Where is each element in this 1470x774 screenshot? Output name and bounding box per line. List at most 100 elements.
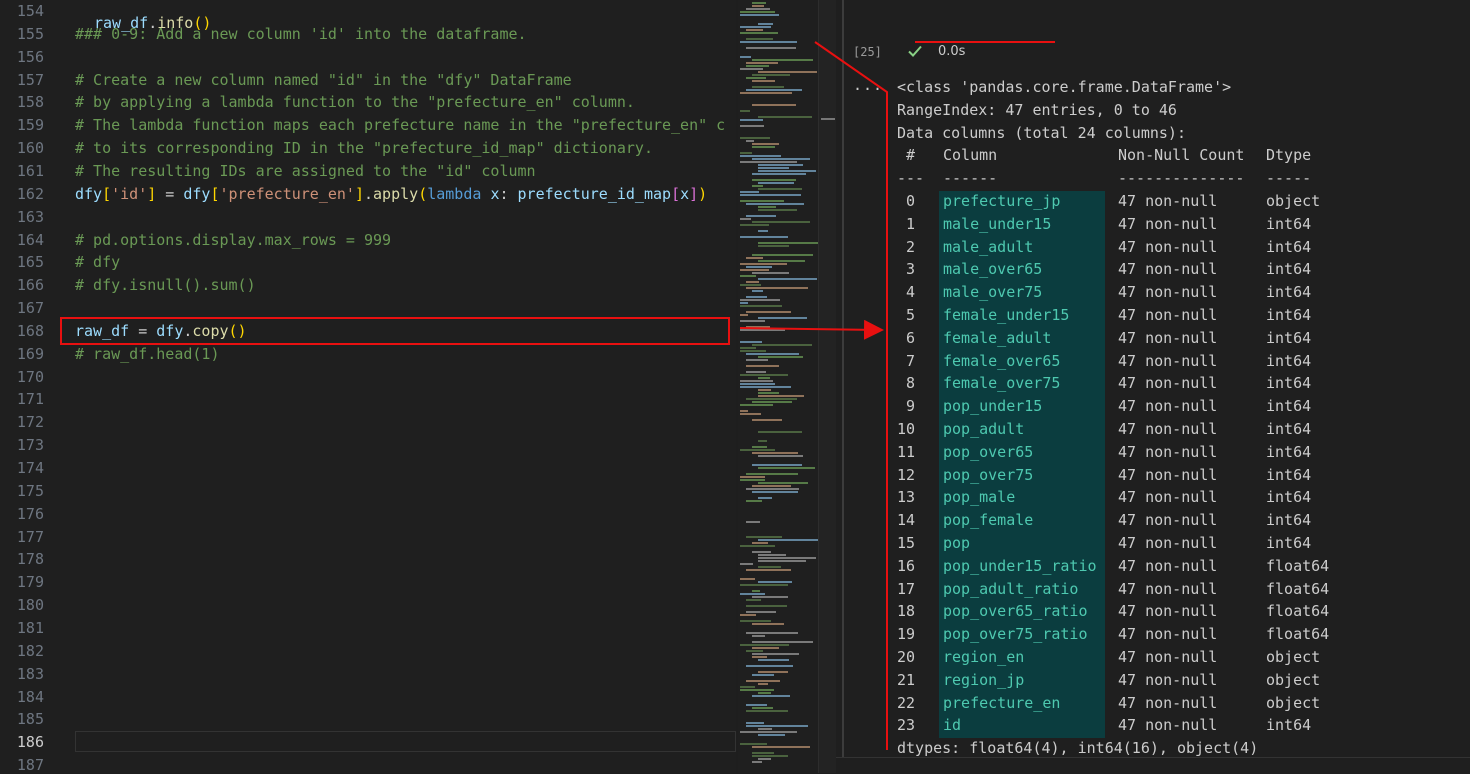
minimap-line <box>740 689 774 691</box>
table-row-dtype: int64 <box>1266 534 1312 552</box>
line-number: 169 <box>16 344 44 363</box>
minimap-line <box>752 755 789 757</box>
minimap-line <box>740 236 789 238</box>
editor-scrollbar[interactable] <box>818 0 837 773</box>
table-row-dtype: int64 <box>1266 488 1312 507</box>
code-line[interactable]: 183 <box>0 663 736 686</box>
code-line[interactable]: 162 dfy['id'] = dfy['prefecture_en'].appl… <box>0 183 736 206</box>
code-line[interactable]: 176 <box>0 503 736 526</box>
minimap-line <box>752 290 763 292</box>
code-line[interactable]: 157 # Create a new column named "id" in t… <box>0 69 736 92</box>
code-line[interactable]: 173 <box>0 434 736 457</box>
minimap-line <box>740 14 779 16</box>
minimap-line <box>758 671 789 673</box>
minimap-line <box>752 635 766 637</box>
scrollbar-thumb[interactable] <box>821 118 835 120</box>
code-line[interactable]: 175 <box>0 480 736 503</box>
minimap-line <box>746 536 783 538</box>
table-row-index: 8 <box>906 374 916 393</box>
code-text[interactable]: # raw_df.head(1) <box>75 343 220 366</box>
code-line[interactable]: 164 # pd.options.display.max_rows = 999 <box>0 229 736 252</box>
table-row-nonnull: 47 non-null <box>1118 192 1218 210</box>
table-row-column: region_jp <box>943 670 1025 689</box>
minimap-line <box>740 578 755 580</box>
cell-border <box>842 0 844 773</box>
code-line[interactable]: 156 <box>0 46 736 69</box>
code-line[interactable]: 165 # dfy <box>0 251 736 274</box>
more-icon[interactable]: ··· <box>853 80 883 98</box>
code-line[interactable]: 180 <box>0 594 736 617</box>
line-number: 177 <box>16 527 44 546</box>
code-line[interactable]: 174 <box>0 457 736 480</box>
minimap-line <box>752 761 762 763</box>
code-line[interactable]: 169 # raw_df.head(1) <box>0 343 736 366</box>
code-text[interactable]: # by applying a lambda function to the "… <box>75 91 635 114</box>
code-text[interactable]: # pd.options.display.max_rows = 999 <box>75 229 391 252</box>
code-line[interactable]: 172 <box>0 411 736 434</box>
code-line[interactable]: 185 <box>0 708 736 731</box>
minimap-line <box>752 80 775 82</box>
minimap-line <box>746 203 804 205</box>
code-line[interactable]: 170 <box>0 366 736 389</box>
current-line-highlight <box>75 731 736 752</box>
code-line[interactable]: 179 <box>0 571 736 594</box>
minimap-line <box>746 722 764 724</box>
table-row-nonnull: 47 non-null <box>1118 670 1218 689</box>
minimap-line <box>752 254 814 256</box>
code-text[interactable]: # The lambda function maps each prefectu… <box>75 114 725 137</box>
code-line[interactable]: 182 <box>0 640 736 663</box>
code-line[interactable]: 158 # by applying a lambda function to th… <box>0 91 736 114</box>
table-row-column: region_en <box>943 648 1025 666</box>
minimap-line <box>746 65 769 67</box>
code-line[interactable]: 177 <box>0 526 736 549</box>
line-number: 182 <box>16 641 44 660</box>
minimap-line <box>752 272 789 274</box>
table-header-index: # <box>897 146 916 165</box>
horizontal-scrollbar[interactable] <box>836 757 1470 774</box>
code-line[interactable]: 181 <box>0 617 736 640</box>
line-number: 171 <box>16 390 44 409</box>
code-line[interactable]: 184 <box>0 686 736 709</box>
minimap-line <box>746 281 759 283</box>
code-text[interactable]: # Create a new column named "id" in the … <box>75 69 572 92</box>
code-line[interactable]: 187 <box>0 754 736 773</box>
code-line[interactable]: 166 # dfy.isnull().sum() <box>0 274 736 297</box>
notebook-cell-code[interactable]: raw_df.info() <box>94 12 211 35</box>
table-row-column: pop_over75_ratio <box>943 625 1088 644</box>
execution-time: 0.0s <box>938 44 966 59</box>
code-line[interactable]: 161 # The resulting IDs are assigned to t… <box>0 160 736 183</box>
table-row-nonnull: 47 non-null <box>1118 237 1218 256</box>
code-editor[interactable]: 154 155 ### 0-9: Add a new column 'id' int… <box>0 0 736 773</box>
table-row-column: female_over65 <box>943 351 1061 370</box>
minimap-line <box>746 77 766 79</box>
code-line[interactable]: 160 # to its corresponding ID in the "pre… <box>0 137 736 160</box>
code-text[interactable]: dfy['id'] = dfy['prefecture_en'].apply(l… <box>75 183 707 206</box>
minimap-line <box>746 632 799 634</box>
minimap-line <box>758 497 773 499</box>
minimap-line <box>752 401 793 403</box>
minimap-line <box>746 266 773 268</box>
table-row-dtype: float64 <box>1266 602 1330 621</box>
line-number: 180 <box>16 596 44 615</box>
minimap-line <box>746 359 768 361</box>
code-text[interactable]: # dfy <box>75 251 120 274</box>
table-row-dtype: float64 <box>1266 579 1330 598</box>
table-row-nonnull: 47 non-null <box>1118 511 1218 530</box>
code-text[interactable]: # The resulting IDs are assigned to the … <box>75 160 536 183</box>
code-text[interactable]: # to its corresponding ID in the "prefec… <box>75 137 653 160</box>
code-text[interactable]: # dfy.isnull().sum() <box>75 274 256 297</box>
code-line[interactable]: 178 <box>0 548 736 571</box>
code-line[interactable]: 159 # The lambda function maps each prefe… <box>0 114 736 137</box>
minimap-line <box>740 620 772 622</box>
execution-count: [25] <box>853 45 882 59</box>
output-header-line: <class 'pandas.core.frame.DataFrame'> <box>897 78 1232 96</box>
minimap[interactable] <box>738 0 818 773</box>
line-number: 166 <box>16 276 44 295</box>
minimap-line <box>746 296 768 298</box>
minimap-line <box>746 38 774 40</box>
line-number: 160 <box>16 139 44 158</box>
minimap-line <box>752 674 774 676</box>
code-line[interactable]: 171 <box>0 388 736 411</box>
code-line[interactable]: 163 <box>0 206 736 229</box>
table-row-column: pop_female <box>943 511 1034 530</box>
